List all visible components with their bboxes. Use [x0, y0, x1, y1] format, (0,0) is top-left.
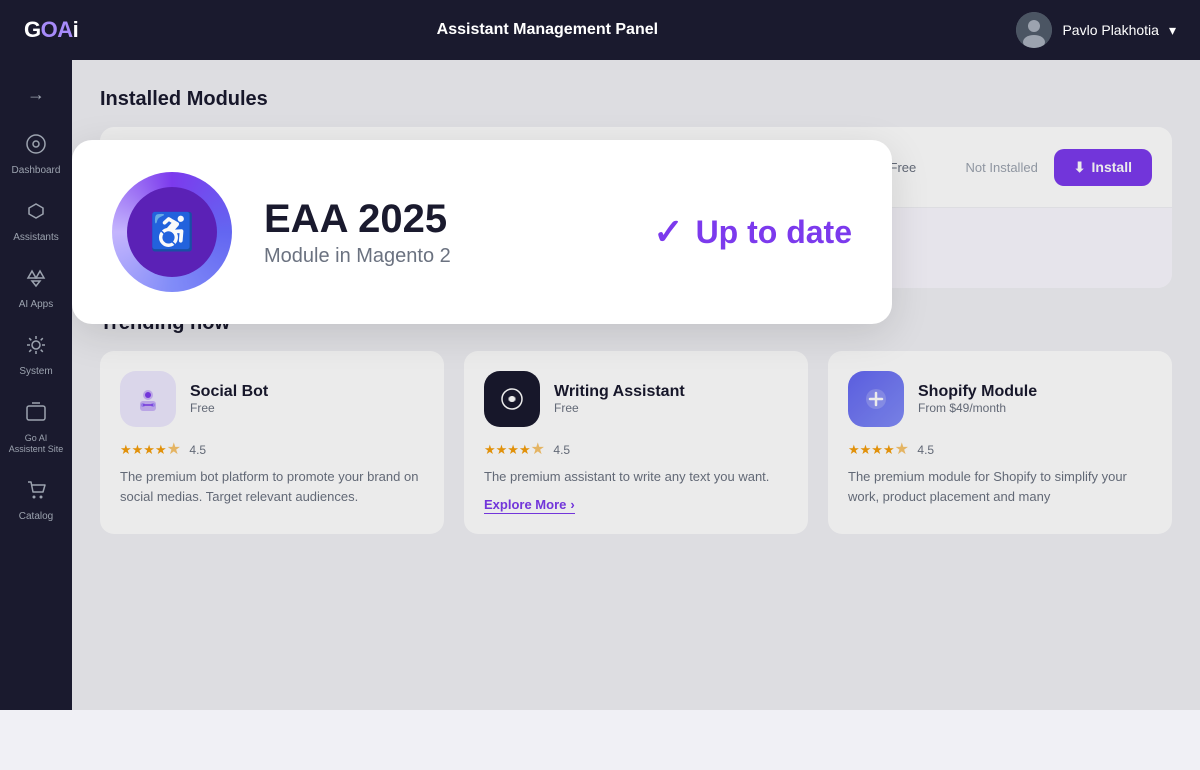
accessibility-large-icon: ♿: [150, 211, 195, 253]
chevron-down-icon: ▾: [1169, 22, 1176, 39]
popup-title: EAA 2025: [264, 197, 621, 241]
sidebar-item-label: Catalog: [19, 511, 53, 522]
checkmark-icon: ✓: [653, 211, 683, 253]
popup-subtitle: Module in Magento 2: [264, 245, 621, 268]
popup-info: EAA 2025 Module in Magento 2: [264, 197, 621, 268]
sidebar-item-ai-apps[interactable]: AI Apps: [4, 259, 68, 318]
popup-logo-inner: ♿: [127, 187, 217, 277]
sidebar-item-label: Assistants: [13, 232, 59, 243]
sidebar-item-label: Go AIAssistent Site: [9, 433, 64, 455]
popup-logo: ♿: [112, 172, 232, 292]
sidebar-item-go-ai-site[interactable]: Go AIAssistent Site: [4, 393, 68, 463]
sidebar-item-dashboard[interactable]: Dashboard: [4, 125, 68, 184]
sidebar-item-system[interactable]: System: [4, 326, 68, 385]
sidebar-item-assistants[interactable]: Assistants: [4, 192, 68, 251]
sidebar-item-catalog[interactable]: Catalog: [4, 471, 68, 530]
page-title: Assistant Management Panel: [437, 21, 658, 39]
system-icon: [25, 334, 47, 362]
popup-card: ♿ EAA 2025 Module in Magento 2 ✓ Up to d…: [72, 140, 892, 324]
popup-overlay: ♿ EAA 2025 Module in Magento 2 ✓ Up to d…: [72, 60, 1200, 710]
avatar: [1016, 12, 1052, 48]
sidebar: → Dashboard Assistants AI Apps: [0, 60, 72, 710]
main-content: Installed Modules 🎤 Search Consultant Mo…: [72, 60, 1200, 710]
dashboard-icon: [25, 133, 47, 161]
sidebar-item-label: Dashboard: [12, 165, 61, 176]
sidebar-collapse-button[interactable]: →: [19, 76, 53, 113]
go-ai-site-icon: [25, 401, 47, 429]
user-profile[interactable]: Pavlo Plakhotia ▾: [1016, 12, 1176, 48]
top-navigation: GOAi Assistant Management Panel Pavlo Pl…: [0, 0, 1200, 60]
logo: GOAi: [24, 17, 78, 43]
ai-apps-icon: [25, 267, 47, 295]
up-to-date-label: Up to date: [696, 214, 852, 251]
sidebar-item-label: AI Apps: [19, 299, 53, 310]
assistants-icon: [25, 200, 47, 228]
user-name: Pavlo Plakhotia: [1062, 22, 1159, 38]
catalog-icon: [25, 479, 47, 507]
popup-status: ✓ Up to date: [653, 211, 852, 253]
sidebar-item-label: System: [19, 366, 52, 377]
